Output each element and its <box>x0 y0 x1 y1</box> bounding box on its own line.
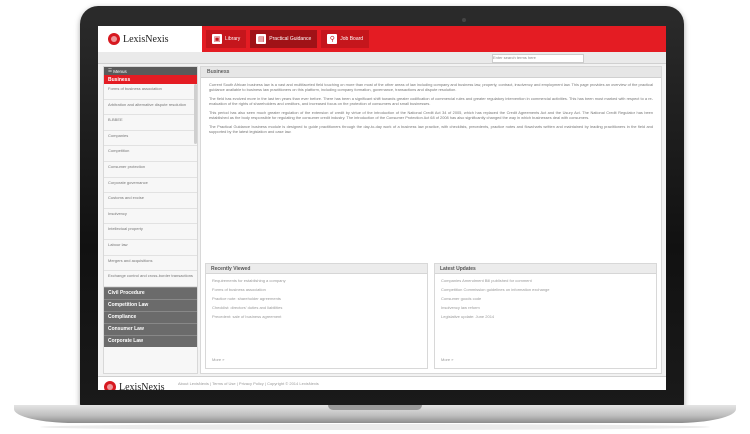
camera-icon <box>462 18 466 22</box>
sidebar-item[interactable]: B-BBEE <box>104 115 197 131</box>
book-icon: ▣ <box>212 34 222 44</box>
footer-logo[interactable]: LexisNexis <box>104 378 165 390</box>
nav-tabs: ▣ Library ▤ Practical Guidance ⚲ Job Boa… <box>206 30 370 48</box>
update-link[interactable]: Consumer goods code <box>435 292 656 301</box>
sidebar-item[interactable]: Insolvency <box>104 209 197 225</box>
tab-practical-guidance[interactable]: ▤ Practical Guidance <box>250 30 318 48</box>
sidebar-item[interactable]: Companies <box>104 131 197 147</box>
laptop-screen: LexisNexis ▣ Library ▤ Practical Guidanc… <box>98 26 666 390</box>
page-title: Business <box>201 67 661 78</box>
panels-row: Recently Viewed Requirements for establi… <box>205 263 657 369</box>
tab-label: Job Board <box>340 36 364 42</box>
sidebar-item[interactable]: Customs and excise <box>104 193 197 209</box>
sidebar-section[interactable]: Civil Procedure <box>104 286 197 299</box>
update-link[interactable]: Competition Commission guidelines on inf… <box>435 283 656 292</box>
latest-updates-panel: Latest Updates Companies Amendment Bill … <box>434 263 657 369</box>
recent-link[interactable]: Forms of business association <box>206 283 427 292</box>
document-icon: ▤ <box>256 34 267 44</box>
tab-label: Library <box>225 36 241 42</box>
more-link[interactable]: More » <box>441 357 453 362</box>
panel-title: Latest Updates <box>435 264 656 274</box>
sidebar-item[interactable]: Exchange control and cross-border transa… <box>104 271 197 287</box>
sidebar-section[interactable]: Consumer Law <box>104 322 197 335</box>
recently-viewed-panel: Recently Viewed Requirements for establi… <box>205 263 428 369</box>
sidebar-item[interactable]: Labour law <box>104 240 197 256</box>
recent-link[interactable]: Requirements for establishing a company <box>206 274 427 283</box>
tab-job-board[interactable]: ⚲ Job Board <box>321 30 370 48</box>
sidebar-item[interactable]: Arbitration and alternative dispute reso… <box>104 100 197 116</box>
sidebar-menu-header[interactable]: ☰ Menus <box>104 67 197 75</box>
tab-label: Practical Guidance <box>269 36 312 42</box>
lexisnexis-logo-icon <box>108 33 120 45</box>
update-link[interactable]: Insolvency law reform <box>435 301 656 310</box>
main-content: Business Current South African business … <box>200 66 662 374</box>
sidebar-scrollbar[interactable] <box>194 84 197 144</box>
update-link[interactable]: Legislative update: June 2014 <box>435 310 656 319</box>
intro-paragraph: The field has evolved more in the last t… <box>209 96 653 106</box>
panel-title: Recently Viewed <box>206 264 427 274</box>
laptop-shadow <box>40 424 710 430</box>
sidebar-section[interactable]: Compliance <box>104 310 197 323</box>
sidebar: ☰ Menus Business Forms of business assoc… <box>103 66 198 374</box>
footer-links[interactable]: About LexisNexis | Terms of Use | Privac… <box>178 381 319 386</box>
lexisnexis-logo-icon <box>104 381 116 390</box>
intro-paragraph: This period has also seen much greater r… <box>209 110 653 120</box>
sidebar-item[interactable]: Intellectual property <box>104 224 197 240</box>
laptop-notch <box>328 405 422 410</box>
update-link[interactable]: Companies Amendment Bill published for c… <box>435 274 656 283</box>
menu-label: Menus <box>113 68 127 74</box>
intro-paragraph: Current South African business law is a … <box>209 82 653 92</box>
recent-link[interactable]: Checklist: directors' duties and liabili… <box>206 301 427 310</box>
sidebar-item[interactable]: Forms of business association <box>104 84 197 100</box>
recent-link[interactable]: Precedent: sale of business agreement <box>206 310 427 319</box>
sidebar-section-business[interactable]: Business <box>104 75 197 84</box>
brand-name: LexisNexis <box>119 381 165 391</box>
tab-library[interactable]: ▣ Library <box>206 30 247 48</box>
intro-paragraph: The Practical Guidance business module i… <box>209 124 653 134</box>
brand-name: LexisNexis <box>123 33 169 45</box>
search-icon: ⚲ <box>327 34 338 44</box>
app-header: LexisNexis ▣ Library ▤ Practical Guidanc… <box>98 26 666 52</box>
sidebar-item[interactable]: Corporate governance <box>104 178 197 194</box>
sidebar-item[interactable]: Consumer protection <box>104 162 197 178</box>
sidebar-item[interactable]: Mergers and acquisitions <box>104 256 197 272</box>
recent-link[interactable]: Practice note: shareholder agreements <box>206 292 427 301</box>
app-footer: LexisNexis About LexisNexis | Terms of U… <box>98 376 666 390</box>
sidebar-section[interactable]: Competition Law <box>104 298 197 311</box>
sidebar-section[interactable]: Corporate Law <box>104 334 197 347</box>
sidebar-item[interactable]: Competition <box>104 146 197 162</box>
brand-logo[interactable]: LexisNexis <box>108 30 169 48</box>
more-link[interactable]: More » <box>212 357 224 362</box>
search-input[interactable]: Enter search terms here <box>492 54 584 63</box>
